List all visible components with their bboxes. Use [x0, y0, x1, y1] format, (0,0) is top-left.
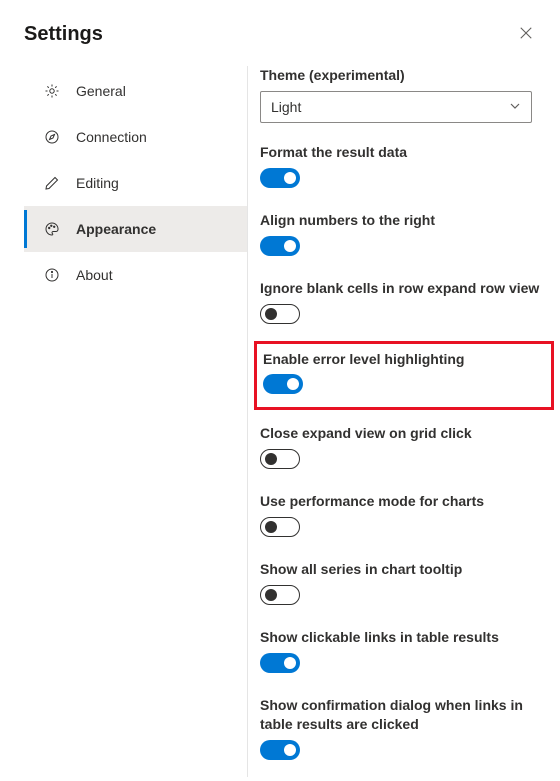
toggle-format_result[interactable] — [260, 168, 300, 188]
sidebar-item-label: Appearance — [76, 221, 156, 237]
settings-panel: Settings General Connection Editing Appeara… — [0, 0, 560, 781]
setting-show_all_series: Show all series in chart tooltip — [260, 560, 548, 608]
setting-clickable_links: Show clickable links in table results — [260, 628, 548, 676]
theme-dropdown[interactable]: Light — [260, 91, 532, 123]
toggle-knob — [284, 240, 296, 252]
sidebar-item-label: General — [76, 83, 126, 99]
setting-label: Show clickable links in table results — [260, 628, 548, 647]
toggle-knob — [284, 744, 296, 756]
toggle-knob — [265, 589, 277, 601]
theme-dropdown-value: Light — [271, 99, 301, 115]
toggle-enable_error_hl[interactable] — [263, 374, 303, 394]
toggle-knob — [265, 521, 277, 533]
sidebar-item-label: Editing — [76, 175, 119, 191]
setting-label: Use performance mode for charts — [260, 492, 548, 511]
panel-title: Settings — [24, 23, 103, 46]
toggle-close_expand_click[interactable] — [260, 449, 300, 469]
setting-label: Show all series in chart tooltip — [260, 560, 548, 579]
panel-header: Settings — [24, 20, 560, 48]
toggle-ignore_blank[interactable] — [260, 304, 300, 324]
theme-setting: Theme (experimental) Light — [260, 66, 548, 123]
info-icon — [44, 267, 60, 283]
toggle-show_all_series[interactable] — [260, 585, 300, 605]
toggle-clickable_links[interactable] — [260, 653, 300, 673]
toggle-confirm_links[interactable] — [260, 740, 300, 760]
sidebar-item-general[interactable]: General — [24, 68, 247, 114]
setting-format_result: Format the result data — [260, 143, 548, 191]
setting-label: Close expand view on grid click — [260, 424, 548, 443]
sidebar-item-connection[interactable]: Connection — [24, 114, 247, 160]
setting-label: Format the result data — [260, 143, 548, 162]
chevron-down-icon — [509, 99, 521, 115]
close-icon — [519, 26, 533, 43]
setting-confirm_links: Show confirmation dialog when links in t… — [260, 696, 548, 763]
toggle-knob — [284, 172, 296, 184]
setting-perf_mode_charts: Use performance mode for charts — [260, 492, 548, 540]
setting-label: Enable error level highlighting — [263, 350, 545, 369]
sidebar-item-label: Connection — [76, 129, 147, 145]
sidebar-item-appearance[interactable]: Appearance — [24, 206, 247, 252]
setting-label: Ignore blank cells in row expand row vie… — [260, 279, 548, 298]
panel-body: GeneralConnectionEditingAppearanceAbout … — [24, 66, 560, 777]
toggle-knob — [284, 657, 296, 669]
setting-align_numbers: Align numbers to the right — [260, 211, 548, 259]
highlight-enable-error: Enable error level highlighting — [254, 341, 554, 411]
toggle-align_numbers[interactable] — [260, 236, 300, 256]
palette-icon — [44, 221, 60, 237]
setting-ignore_blank: Ignore blank cells in row expand row vie… — [260, 279, 548, 327]
setting-label: Show confirmation dialog when links in t… — [260, 696, 548, 734]
sidebar-item-about[interactable]: About — [24, 252, 247, 298]
setting-close_expand_click: Close expand view on grid click — [260, 424, 548, 472]
toggle-knob — [265, 308, 277, 320]
setting-enable_error_hl: Enable error level highlighting — [263, 350, 545, 398]
sidebar-item-editing[interactable]: Editing — [24, 160, 247, 206]
appearance-content: Theme (experimental) Light Format the re… — [248, 66, 560, 777]
settings-sidebar: General Connection Editing Appearance About — [24, 66, 248, 777]
close-button[interactable] — [512, 20, 540, 48]
theme-label: Theme (experimental) — [260, 66, 548, 85]
pencil-icon — [44, 175, 60, 191]
toggle-perf_mode_charts[interactable] — [260, 517, 300, 537]
setting-label: Align numbers to the right — [260, 211, 548, 230]
toggle-knob — [265, 453, 277, 465]
gear-icon — [44, 83, 60, 99]
compass-icon — [44, 129, 60, 145]
toggle-knob — [287, 378, 299, 390]
sidebar-item-label: About — [76, 267, 113, 283]
